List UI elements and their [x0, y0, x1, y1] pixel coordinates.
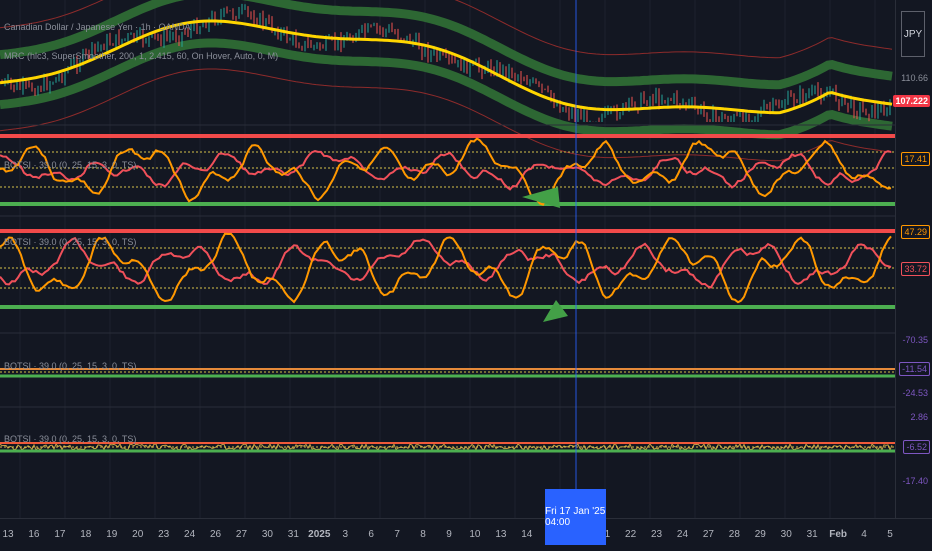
osc2-value-tag-b: 33.72	[901, 262, 930, 276]
time-tick: 24	[676, 529, 689, 540]
osc1-main-line	[0, 137, 892, 206]
time-tick: 10	[469, 529, 481, 540]
oscillator-pane-3[interactable]	[0, 332, 932, 378]
osc4-indicator-label[interactable]: BOTSI · 39.0 (0, 25, 15, 3, 0, TS)	[4, 434, 136, 444]
time-tick: 9	[446, 529, 452, 540]
osc3-value-tag: -11.54	[899, 362, 930, 376]
time-tick: 23	[158, 529, 170, 540]
time-tick: 7	[394, 529, 400, 540]
time-tick: 26	[209, 529, 222, 540]
time-tick: 16	[28, 529, 40, 540]
time-tick: 29	[754, 529, 766, 540]
price-top-label: 110.66	[901, 73, 928, 83]
crosshair-time-label: Fri 17 Jan '25 04:00	[545, 489, 606, 545]
osc3-indicator-label[interactable]: BOTSI · 39.0 (0, 25, 15, 3, 0, TS)	[4, 361, 136, 371]
time-tick: 23	[650, 529, 663, 540]
time-tick: 22	[625, 529, 637, 540]
time-tick: 6	[368, 529, 374, 540]
time-tick: 28	[728, 529, 740, 540]
time-axis[interactable]: 1316171819202324262730312025367891013141…	[0, 518, 932, 551]
time-tick: 19	[106, 529, 118, 540]
price-scale[interactable]: 110.66 107.222 17.41 47.29 33.72 -70.35 …	[893, 0, 932, 518]
time-tick: 31	[806, 529, 818, 540]
osc1-indicator-label[interactable]: BOTSI · 39.0 (0, 25, 15, 3, 0, TS)	[4, 160, 136, 170]
time-tick: 4	[861, 529, 867, 540]
time-tick: 24	[184, 529, 196, 540]
osc4-bottom-tag: -17.40	[902, 476, 928, 486]
osc1-value-tag: 17.41	[901, 152, 930, 166]
time-tick: 30	[261, 529, 273, 540]
oscillator-pane-1[interactable]	[0, 134, 895, 208]
time-tick: 27	[235, 529, 248, 540]
mrc-indicator-label[interactable]: MRC (hlc3, SuperSmoother, 200, 1, 2.415,…	[4, 51, 278, 61]
osc4-top-tag: 2.86	[910, 412, 928, 422]
osc2-buy-arrow-marker	[543, 300, 568, 322]
osc2-indicator-label[interactable]: BOTSI · 39.0 (0, 25, 15, 3, 0, TS)	[4, 237, 136, 247]
time-tick: 5	[887, 529, 893, 540]
time-tick: 31	[287, 529, 299, 540]
time-tick: 2025	[308, 529, 331, 540]
time-tick: 20	[132, 529, 144, 540]
time-tick: 18	[80, 529, 92, 540]
last-price-tag: 107.222	[893, 95, 930, 107]
osc3-bottom-tag: -24.53	[902, 388, 928, 398]
osc4-value-tag: -6.52	[903, 440, 930, 454]
time-tick: 3	[342, 529, 349, 540]
oscillator-pane-4[interactable]	[0, 406, 932, 453]
time-tick: 8	[420, 529, 426, 540]
chart-canvas[interactable]	[0, 0, 932, 550]
osc3-top-tag: -70.35	[902, 335, 928, 345]
time-tick: 13	[2, 529, 14, 540]
time-tick: Feb	[829, 529, 847, 540]
time-tick: 27	[702, 529, 714, 540]
osc1-signal-line	[0, 150, 892, 191]
osc2-value-tag-a: 47.29	[901, 225, 930, 239]
symbol-title[interactable]: Canadian Dollar / Japanese Yen · 1h · OA…	[4, 22, 191, 32]
time-tick: 17	[54, 529, 66, 540]
time-tick: 14	[521, 529, 533, 540]
time-tick: 30	[780, 529, 792, 540]
currency-badge[interactable]: JPY	[901, 11, 925, 57]
time-tick: 13	[495, 529, 507, 540]
